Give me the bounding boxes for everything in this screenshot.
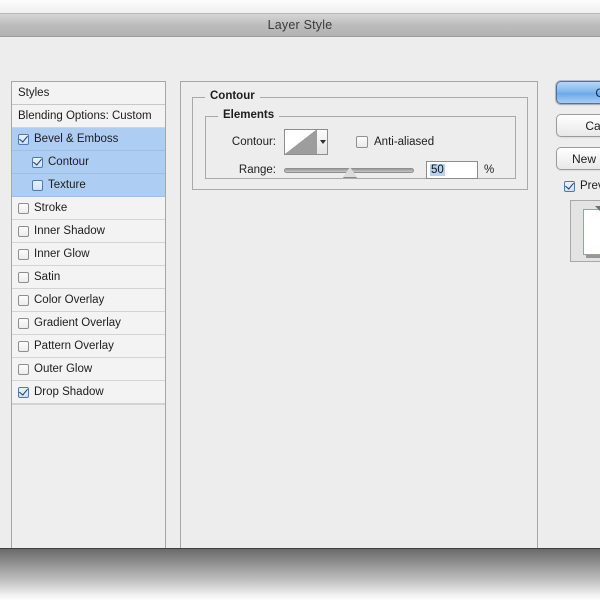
sidebar-item-color-overlay[interactable]: Color Overlay	[12, 289, 165, 312]
sidebar-item-label: Inner Glow	[34, 248, 90, 260]
contour-group-title: Contour	[205, 90, 260, 102]
dialog-title: Layer Style	[267, 18, 333, 32]
checkbox-preview[interactable]	[564, 180, 575, 192]
styles-header-label: Styles	[18, 87, 50, 99]
dialog-button-column: OK Cancel New Style... Preview	[556, 81, 600, 262]
checkbox-pattern-overlay[interactable]	[18, 340, 29, 352]
sidebar-item-stroke[interactable]: Stroke	[12, 197, 165, 220]
range-field-row: Range: 50 %	[216, 161, 494, 179]
desktop-backdrop-top	[0, 0, 600, 13]
sidebar-item-label: Drop Shadow	[34, 386, 104, 398]
sidebar-item-blending-options[interactable]: Blending Options: Custom	[12, 105, 165, 128]
sidebar-item-label: Bevel & Emboss	[34, 133, 119, 145]
range-input-value: 50	[430, 164, 445, 176]
checkbox-outer-glow[interactable]	[18, 363, 29, 375]
range-input[interactable]: 50	[426, 161, 478, 179]
sidebar-item-label: Color Overlay	[34, 294, 105, 306]
sidebar-item-pattern-overlay[interactable]: Pattern Overlay	[12, 335, 165, 358]
contour-curve-icon	[285, 130, 316, 154]
sidebar-item-label: Pattern Overlay	[34, 340, 114, 352]
sidebar-item-label: Stroke	[34, 202, 68, 214]
styles-list-empty-area	[12, 404, 165, 405]
contour-settings-panel: Contour Elements Contour: Anti-aliased R…	[180, 81, 538, 549]
range-slider-thumb[interactable]	[343, 167, 357, 177]
new-style-button[interactable]: New Style...	[556, 147, 600, 170]
contour-preset-picker[interactable]	[284, 129, 328, 155]
range-unit-label: %	[484, 164, 495, 176]
checkbox-stroke[interactable]	[18, 202, 29, 214]
elements-group: Elements Contour: Anti-aliased Range: 50…	[205, 109, 516, 179]
preview-shape	[583, 209, 600, 255]
range-slider[interactable]	[284, 162, 414, 178]
sidebar-item-label: Outer Glow	[34, 363, 93, 375]
preview-control[interactable]: Preview	[564, 180, 600, 192]
sidebar-item-drop-shadow[interactable]: Drop Shadow	[12, 381, 165, 404]
anti-aliased-label: Anti-aliased	[374, 136, 435, 148]
blending-options-label: Blending Options: Custom	[18, 110, 152, 122]
elements-group-title: Elements	[218, 109, 280, 121]
style-preview-thumbnail	[570, 200, 600, 262]
sidebar-item-label: Texture	[48, 179, 86, 191]
sidebar-item-texture[interactable]: Texture	[12, 174, 165, 197]
checkbox-anti-aliased[interactable]	[356, 136, 368, 148]
checkbox-bevel-emboss[interactable]	[18, 133, 29, 145]
sidebar-item-label: Inner Shadow	[34, 225, 105, 237]
sidebar-item-inner-shadow[interactable]: Inner Shadow	[12, 220, 165, 243]
screen: Layer Style Styles Blending Options: Cus…	[0, 0, 600, 600]
sidebar-item-label: Contour	[48, 156, 89, 168]
sidebar-item-satin[interactable]: Satin	[12, 266, 165, 289]
checkbox-satin[interactable]	[18, 271, 29, 283]
checkbox-inner-shadow[interactable]	[18, 225, 29, 237]
sidebar-item-outer-glow[interactable]: Outer Glow	[12, 358, 165, 381]
range-field-label: Range:	[238, 164, 276, 176]
styles-list-panel: Styles Blending Options: Custom Bevel & …	[11, 81, 166, 549]
contour-field-row: Contour: Anti-aliased	[216, 129, 434, 155]
ok-button[interactable]: OK	[556, 81, 600, 104]
sidebar-item-contour[interactable]: Contour	[12, 151, 165, 174]
anti-aliased-control[interactable]: Anti-aliased	[356, 136, 434, 148]
preview-label: Preview	[580, 180, 600, 192]
chevron-down-icon[interactable]	[316, 130, 327, 154]
sidebar-item-inner-glow[interactable]: Inner Glow	[12, 243, 165, 266]
contour-field-label: Contour:	[231, 136, 276, 148]
dialog-drop-shadow	[0, 548, 600, 600]
dialog-titlebar[interactable]: Layer Style	[0, 14, 600, 37]
sidebar-item-label: Gradient Overlay	[34, 317, 121, 329]
checkbox-drop-shadow[interactable]	[18, 386, 29, 398]
styles-list-header: Styles	[12, 82, 165, 105]
cancel-button[interactable]: Cancel	[556, 114, 600, 137]
checkbox-contour[interactable]	[32, 156, 43, 168]
contour-group: Contour Elements Contour: Anti-aliased R…	[192, 90, 528, 190]
checkbox-inner-glow[interactable]	[18, 248, 29, 260]
checkbox-texture[interactable]	[32, 179, 43, 191]
checkbox-gradient-overlay[interactable]	[18, 317, 29, 329]
checkbox-color-overlay[interactable]	[18, 294, 29, 306]
sidebar-item-label: Satin	[34, 271, 61, 283]
layer-style-dialog: Layer Style Styles Blending Options: Cus…	[0, 13, 600, 549]
sidebar-item-gradient-overlay[interactable]: Gradient Overlay	[12, 312, 165, 335]
dialog-body: Styles Blending Options: Custom Bevel & …	[0, 37, 600, 549]
sidebar-item-bevel-emboss[interactable]: Bevel & Emboss	[12, 128, 165, 151]
